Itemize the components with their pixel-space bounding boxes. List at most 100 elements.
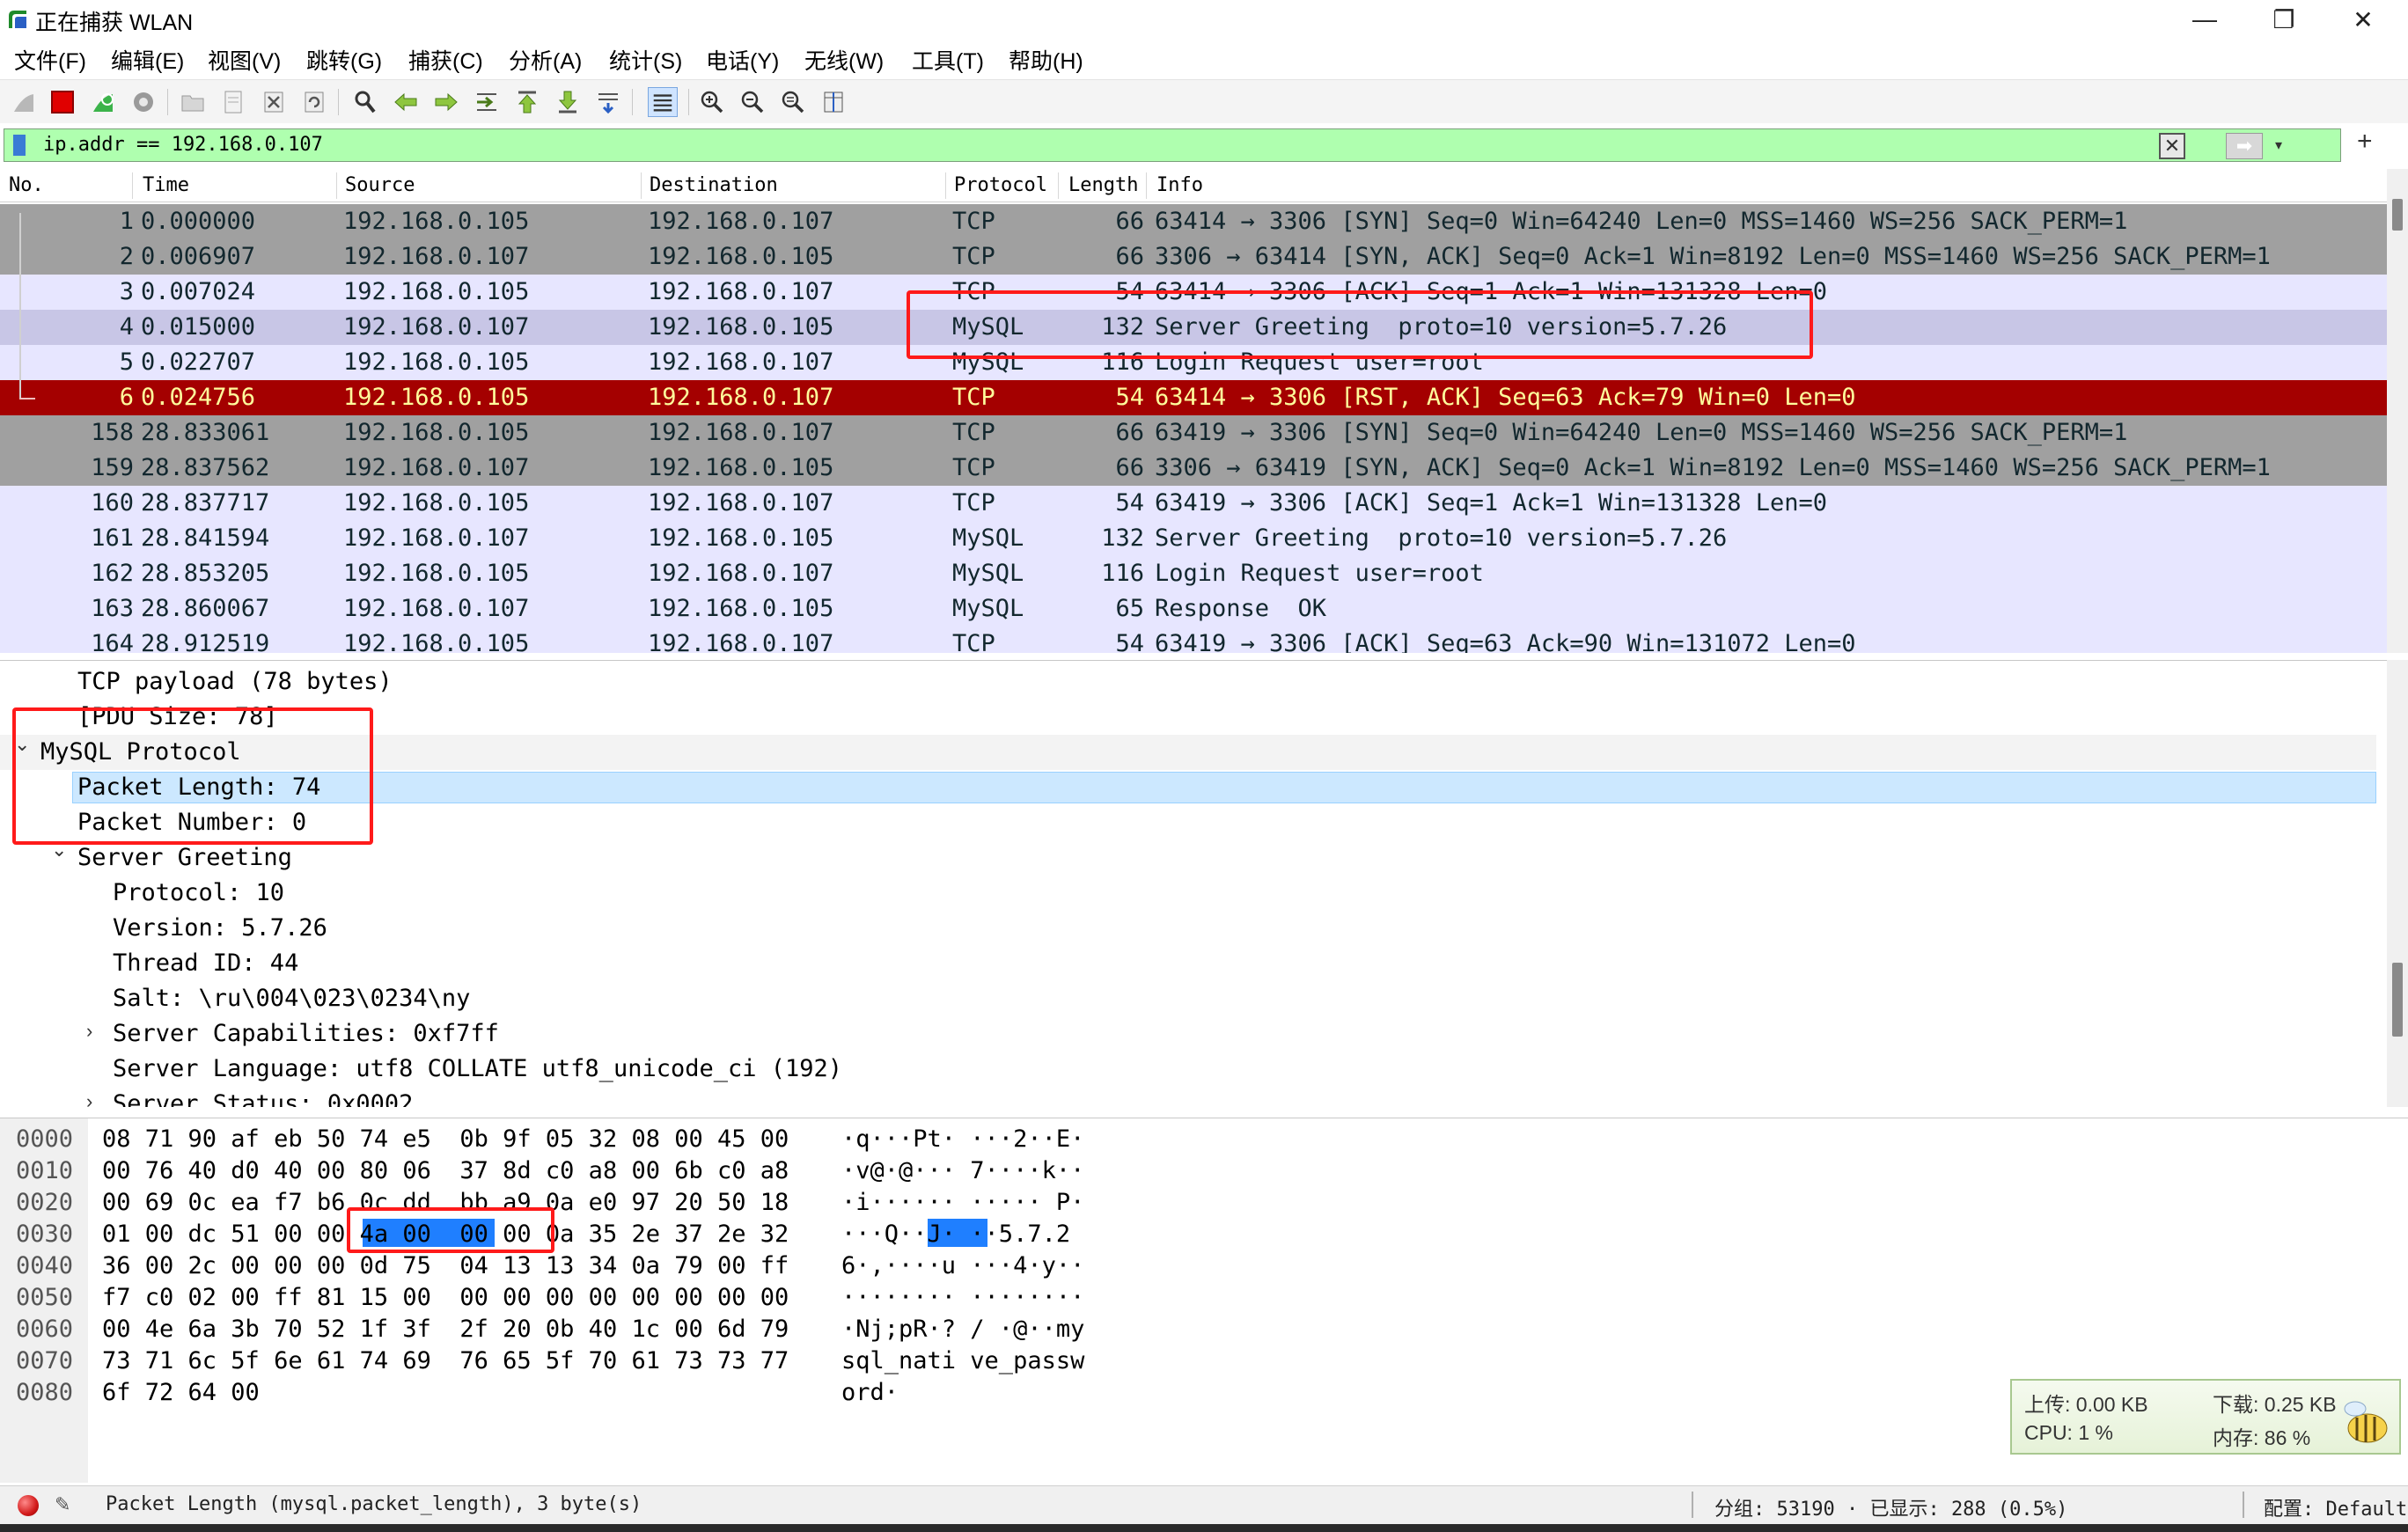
menu-file[interactable]: 文件(F) xyxy=(14,44,86,76)
detail-tree-item[interactable]: Version: 5.7.26 xyxy=(0,911,2376,946)
menu-tools[interactable]: 工具(T) xyxy=(912,44,984,76)
hex-row[interactable]: 0060 00 4e 6a 3b 70 52 1f 3f 2f 20 0b 40 … xyxy=(0,1314,1232,1345)
menu-telephony[interactable]: 电话(Y) xyxy=(706,44,779,76)
menu-statistics[interactable]: 统计(S) xyxy=(609,44,682,76)
go-back-icon[interactable] xyxy=(391,87,421,117)
column-header-destination[interactable]: Destination xyxy=(650,174,778,196)
autoscroll-icon[interactable] xyxy=(593,87,623,117)
column-header-time[interactable]: Time xyxy=(143,174,189,196)
detail-tree-item[interactable]: Packet Number: 0 xyxy=(0,805,2376,840)
packet-row[interactable]: 162 28.853205 192.168.0.105 192.168.0.107 My… xyxy=(0,556,2387,591)
go-forward-icon[interactable] xyxy=(431,87,461,117)
minimize-button[interactable]: — xyxy=(2165,0,2244,39)
column-divider[interactable] xyxy=(641,172,642,199)
clear-filter-icon[interactable]: ✕ xyxy=(2159,133,2185,159)
maximize-button[interactable]: ❐ xyxy=(2244,0,2324,39)
packet-row[interactable]: 160 28.837717 192.168.0.105 192.168.0.107 TC… xyxy=(0,486,2387,521)
column-divider[interactable] xyxy=(1146,172,1147,199)
expert-info-status-icon[interactable] xyxy=(18,1495,39,1516)
menu-analyze[interactable]: 分析(A) xyxy=(509,44,582,76)
collapse-chevron-down-icon[interactable]: ⌄ xyxy=(51,839,67,861)
packet-row[interactable]: 5 0.022707 192.168.0.105 192.168.0.107 MySQL… xyxy=(0,345,2387,380)
detail-tree-item[interactable]: Salt: \ru\004\023\0234\ny xyxy=(0,981,2376,1016)
collapse-chevron-down-icon[interactable]: ⌄ xyxy=(14,733,30,756)
detail-tree-item[interactable]: › Server Capabilities: 0xf7ff xyxy=(0,1016,2376,1052)
go-to-packet-icon[interactable] xyxy=(472,87,502,117)
hex-row[interactable]: 0030 01 00 dc 51 00 00 4a 00 00 00 0a 35 … xyxy=(0,1219,1232,1250)
detail-tree-item[interactable]: [PDU Size: 78] xyxy=(0,700,2376,735)
capture-comment-edit-icon[interactable]: ✎ xyxy=(55,1493,77,1516)
normal-size-icon[interactable] xyxy=(778,87,808,117)
find-packet-icon[interactable] xyxy=(350,87,380,117)
detail-tree-item[interactable]: Server Language: utf8 COLLATE utf8_unico… xyxy=(0,1052,2376,1087)
column-divider[interactable] xyxy=(132,172,133,199)
detail-tree-item[interactable]: ⌄ MySQL Protocol xyxy=(0,733,2376,770)
packet-row[interactable]: 4 0.015000 192.168.0.107 192.168.0.105 MySQL… xyxy=(0,310,2387,345)
hex-row[interactable]: 0020 00 69 0c ea f7 b6 0c dd bb a9 0a e0 … xyxy=(0,1187,1232,1219)
packet-row[interactable]: 3 0.007024 192.168.0.105 192.168.0.107 TCP 54… xyxy=(0,275,2387,310)
add-filter-button[interactable]: + xyxy=(2357,127,2373,157)
column-divider[interactable] xyxy=(945,172,946,199)
zoom-in-icon[interactable] xyxy=(697,87,727,117)
detail-tree-item[interactable]: Packet Length: 74 xyxy=(0,770,2376,805)
packet-details-scrollbar[interactable] xyxy=(2387,660,2408,1107)
profile-selector[interactable]: 配置: Default xyxy=(2264,1493,2407,1521)
packet-row[interactable]: 164 28.912519 192.168.0.105 192.168.0.107 TC… xyxy=(0,627,2387,653)
apply-filter-arrow-icon[interactable]: ➡ xyxy=(2226,133,2263,159)
filter-bookmark-icon[interactable] xyxy=(13,135,26,156)
detail-tree-item[interactable]: TCP payload (78 bytes) xyxy=(0,664,2376,700)
packet-list[interactable]: No. Time Source Destination Protocol Len… xyxy=(0,169,2387,653)
detail-tree-item[interactable]: Protocol: 10 xyxy=(0,876,2376,911)
stop-capture-icon[interactable] xyxy=(48,87,77,117)
scrollbar-thumb[interactable] xyxy=(2392,199,2403,231)
hex-row[interactable]: 0070 73 71 6c 5f 6e 61 74 69 76 65 5f 70 … xyxy=(0,1345,1232,1377)
close-button[interactable]: ✕ xyxy=(2324,0,2403,39)
reload-file-icon[interactable] xyxy=(299,87,329,117)
packet-row[interactable]: 6 0.024756 192.168.0.105 192.168.0.107 TCP 54… xyxy=(0,380,2387,415)
column-divider[interactable] xyxy=(336,172,337,199)
column-divider[interactable] xyxy=(1058,172,1059,199)
menu-help[interactable]: 帮助(H) xyxy=(1009,44,1083,76)
column-header-info[interactable]: Info xyxy=(1156,174,1203,196)
close-file-icon[interactable] xyxy=(259,87,289,117)
resize-columns-icon[interactable] xyxy=(819,87,848,117)
hex-row[interactable]: 0040 36 00 2c 00 00 00 0d 75 04 13 13 34 … xyxy=(0,1250,1232,1282)
save-file-icon[interactable] xyxy=(218,87,248,117)
packet-row[interactable]: 163 28.860067 192.168.0.107 192.168.0.105 My… xyxy=(0,591,2387,627)
last-packet-icon[interactable] xyxy=(553,87,583,117)
column-header-length[interactable]: Length xyxy=(1068,174,1138,196)
filter-history-chevron-down-icon[interactable]: ▾ xyxy=(2268,133,2289,159)
packet-row[interactable]: 1 0.000000 192.168.0.105 192.168.0.107 TCP 66… xyxy=(0,204,2387,239)
zoom-out-icon[interactable] xyxy=(738,87,767,117)
hex-row[interactable]: 0000 08 71 90 af eb 50 74 e5 0b 9f 05 32 … xyxy=(0,1124,1232,1155)
column-header-source[interactable]: Source xyxy=(345,174,415,196)
scrollbar-thumb[interactable] xyxy=(2392,963,2403,1037)
capture-options-icon[interactable] xyxy=(128,87,158,117)
shark-fin-start-icon[interactable] xyxy=(9,87,39,117)
packet-row[interactable]: 159 28.837562 192.168.0.107 192.168.0.105 TC… xyxy=(0,451,2387,486)
packet-row[interactable]: 2 0.006907 192.168.0.107 192.168.0.105 TCP 66… xyxy=(0,239,2387,275)
column-header-protocol[interactable]: Protocol xyxy=(954,174,1047,196)
colorize-icon[interactable] xyxy=(648,87,678,117)
menu-edit[interactable]: 编辑(E) xyxy=(111,44,184,76)
expand-chevron-right-icon[interactable]: › xyxy=(86,1020,92,1043)
packet-details-tree[interactable]: TCP payload (78 bytes) [PDU Size: 78] ⌄ MyS… xyxy=(0,660,2387,1107)
hex-row[interactable]: 0050 f7 c0 02 00 ff 81 15 00 00 00 00 00 … xyxy=(0,1282,1232,1314)
menu-view[interactable]: 视图(V) xyxy=(208,44,281,76)
hex-row[interactable]: 0010 00 76 40 d0 40 00 80 06 37 8d c0 a8 … xyxy=(0,1155,1232,1187)
detail-tree-item[interactable]: › Server Status: 0x0002 xyxy=(0,1087,2376,1107)
expand-chevron-right-icon[interactable]: › xyxy=(86,1090,92,1107)
hex-row[interactable]: 0080 6f 72 64 00 ord· xyxy=(0,1377,1232,1409)
open-file-icon[interactable] xyxy=(178,87,208,117)
restart-capture-icon[interactable] xyxy=(88,87,118,117)
display-filter-input[interactable]: ip.addr == 192.168.0.107 xyxy=(43,134,323,156)
detail-tree-item[interactable]: ⌄ Server Greeting xyxy=(0,839,2376,876)
packet-list-scrollbar[interactable] xyxy=(2387,169,2408,653)
packet-row[interactable]: 158 28.833061 192.168.0.105 192.168.0.107 TC… xyxy=(0,415,2387,451)
menu-wireless[interactable]: 无线(W) xyxy=(804,44,884,76)
first-packet-icon[interactable] xyxy=(512,87,542,117)
menu-go[interactable]: 跳转(G) xyxy=(306,44,382,76)
column-header-no[interactable]: No. xyxy=(9,174,44,196)
menu-capture[interactable]: 捕获(C) xyxy=(408,44,483,76)
packet-row[interactable]: 161 28.841594 192.168.0.107 192.168.0.105 My… xyxy=(0,521,2387,556)
